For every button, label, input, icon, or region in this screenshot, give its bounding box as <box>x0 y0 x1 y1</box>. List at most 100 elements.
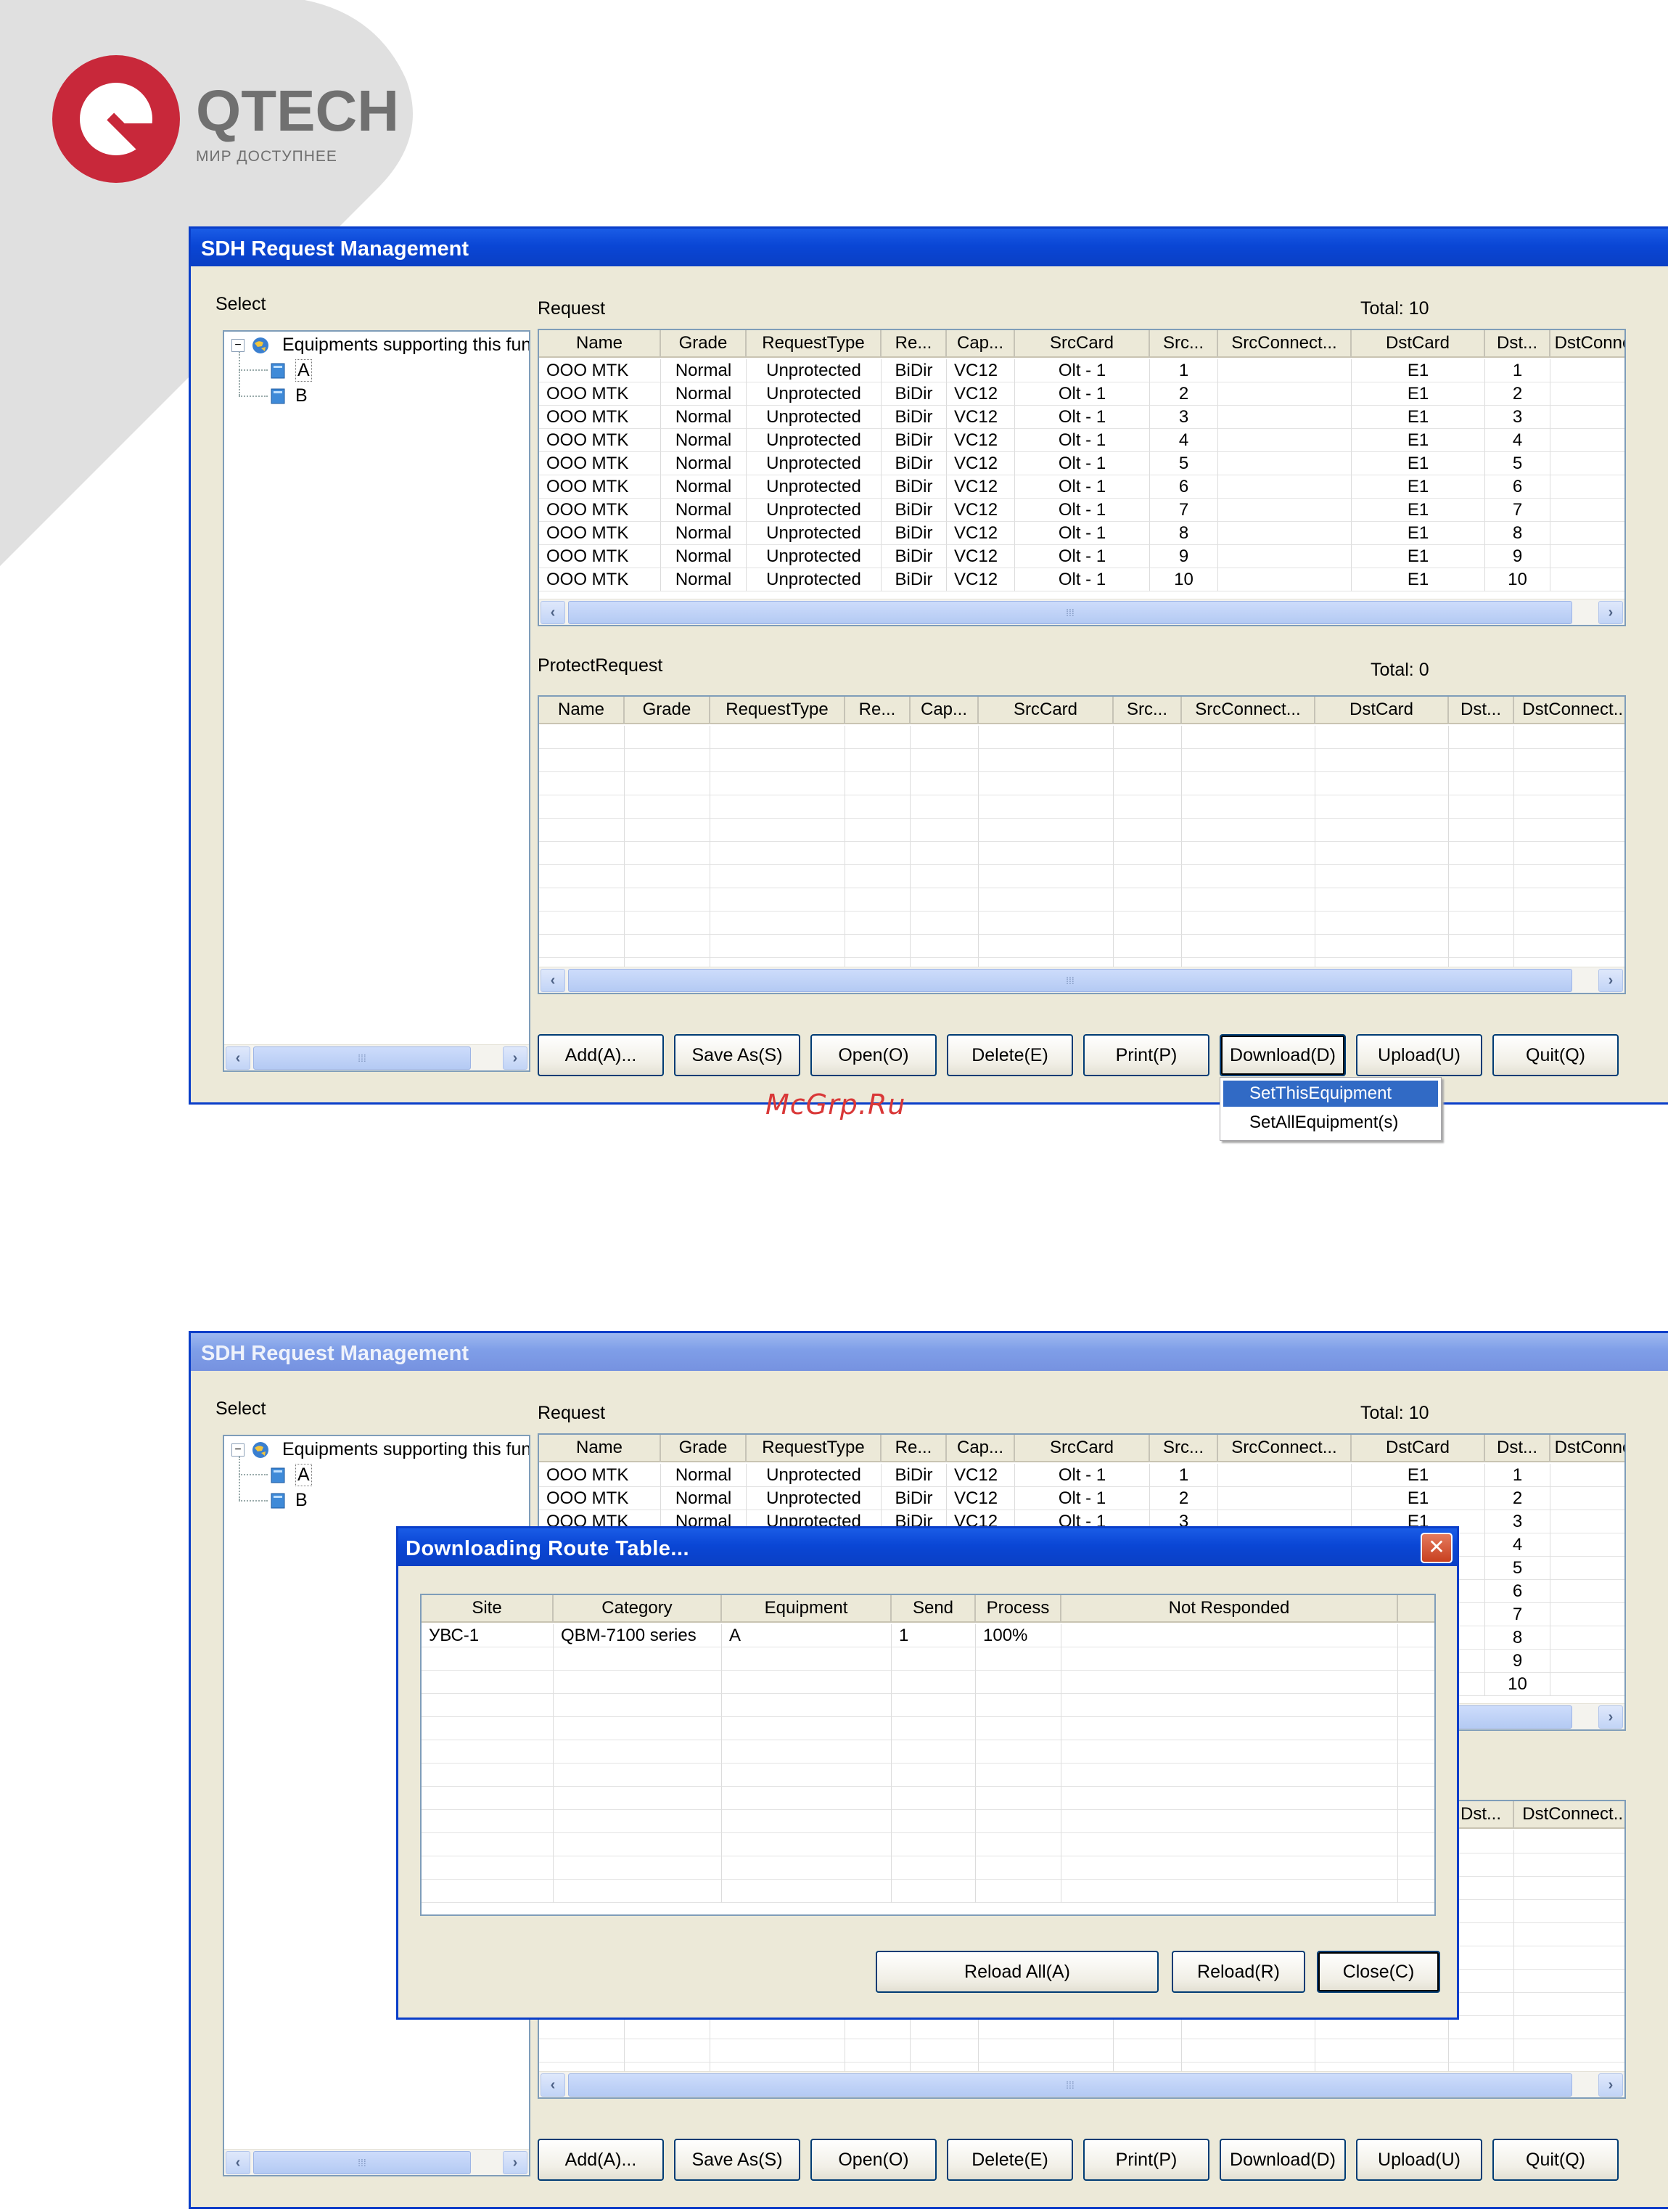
print-button[interactable]: Print(P) <box>1083 1034 1209 1076</box>
tree-item-b[interactable]: B <box>269 1490 308 1511</box>
request-table-column-header[interactable]: RequestType <box>747 1435 882 1462</box>
collapse-icon[interactable]: − <box>231 338 245 352</box>
download-status-column-header[interactable]: Process <box>976 1595 1061 1623</box>
close-icon[interactable]: ✕ <box>1421 1533 1453 1563</box>
scroll-right-icon[interactable]: › <box>1598 1705 1623 1729</box>
protect-table-column-header[interactable]: Src... <box>1114 697 1182 724</box>
open-button[interactable]: Open(O) <box>810 1034 937 1076</box>
download-status-row[interactable] <box>422 1740 1434 1764</box>
collapse-icon[interactable]: − <box>231 1443 245 1457</box>
request-table-row[interactable]: OOO MTKNormalUnprotectedBiDirVC12Olt - 1… <box>539 499 1624 522</box>
scroll-thumb[interactable]: ⁞⁞⁞ <box>568 601 1572 624</box>
request-table-column-header[interactable]: DstCard <box>1352 1435 1485 1462</box>
protect-table-row[interactable] <box>539 842 1624 865</box>
request-table-row[interactable]: OOO MTKNormalUnprotectedBiDirVC12Olt - 1… <box>539 359 1624 382</box>
print-button[interactable]: Print(P) <box>1083 2139 1209 2181</box>
request-table-column-header[interactable]: SrcCard <box>1015 330 1150 358</box>
tree-item-b[interactable]: B <box>269 385 308 406</box>
protect-hscroll[interactable]: ‹ ⁞⁞⁞ › <box>539 967 1624 993</box>
protect-table-column-header[interactable]: Re... <box>845 697 911 724</box>
request-table-column-header[interactable]: Re... <box>882 330 947 358</box>
upload-button[interactable]: Upload(U) <box>1356 2139 1482 2181</box>
download-status-row[interactable] <box>422 1671 1434 1694</box>
quit-button[interactable]: Quit(Q) <box>1492 1034 1619 1076</box>
scroll-right-icon[interactable]: › <box>503 1046 527 1070</box>
download-status-table[interactable]: Site Category Equipment Send Process Not Resp… <box>420 1594 1436 1916</box>
delete-button[interactable]: Delete(E) <box>947 2139 1073 2181</box>
scroll-right-icon[interactable]: › <box>1598 601 1623 624</box>
protect-table-row[interactable] <box>539 935 1624 958</box>
equipment-tree[interactable]: − Equipments supporting this fun A B ‹ ⁞… <box>223 330 530 1072</box>
save-as-button[interactable]: Save As(S) <box>674 2139 800 2181</box>
save-as-button[interactable]: Save As(S) <box>674 1034 800 1076</box>
request-table[interactable]: Name Grade RequestType Re... Cap... SrcCard Sr… <box>538 329 1626 626</box>
download-status-column-header[interactable]: Site <box>422 1595 554 1623</box>
download-status-row[interactable] <box>422 1880 1434 1903</box>
protect-table-row[interactable] <box>539 865 1624 888</box>
request-table-column-header[interactable]: Cap... <box>947 330 1015 358</box>
scroll-thumb[interactable]: ⁞⁞⁞ <box>568 969 1572 992</box>
request-table-column-header[interactable]: SrcConnect... <box>1218 330 1352 358</box>
close-button[interactable]: Close(C) <box>1317 1951 1440 1993</box>
request-table-row[interactable]: OOO MTKNormalUnprotectedBiDirVC12Olt - 1… <box>539 568 1624 591</box>
request-table-column-header[interactable]: SrcCard <box>1015 1435 1150 1462</box>
protect-table-column-header[interactable]: SrcCard <box>979 697 1114 724</box>
request-table-row[interactable]: OOO MTKNormalUnprotectedBiDirVC12Olt - 1… <box>539 522 1624 545</box>
request-table-row[interactable]: OOO MTKNormalUnprotectedBiDirVC12Olt - 1… <box>539 1464 1624 1487</box>
scroll-left-icon[interactable]: ‹ <box>541 969 565 992</box>
request-table-row[interactable]: OOO MTKNormalUnprotectedBiDirVC12Olt - 1… <box>539 382 1624 406</box>
protect-table-row[interactable] <box>539 912 1624 935</box>
request-table-column-header[interactable]: SrcConnect... <box>1218 1435 1352 1462</box>
menu-item-set-all-equipment[interactable]: SetAllEquipment(s) <box>1223 1110 1438 1136</box>
download-status-row[interactable] <box>422 1856 1434 1880</box>
request-table-column-header[interactable]: Re... <box>882 1435 947 1462</box>
delete-button[interactable]: Delete(E) <box>947 1034 1073 1076</box>
menu-item-set-this-equipment[interactable]: SetThisEquipment <box>1223 1081 1438 1107</box>
request-table-column-header[interactable]: Dst... <box>1485 330 1550 358</box>
scroll-left-icon[interactable]: ‹ <box>226 1046 250 1070</box>
request-table-row[interactable]: OOO MTKNormalUnprotectedBiDirVC12Olt - 1… <box>539 545 1624 568</box>
protect-table-row[interactable] <box>539 749 1624 772</box>
protect-table-column-header[interactable]: Grade <box>625 697 710 724</box>
scroll-right-icon[interactable]: › <box>1598 969 1623 992</box>
download-status-row[interactable] <box>422 1764 1434 1787</box>
request-table-column-header[interactable]: Grade <box>661 1435 747 1462</box>
download-status-row[interactable] <box>422 1694 1434 1717</box>
download-status-column-header[interactable]: Equipment <box>722 1595 892 1623</box>
request-table-row[interactable]: OOO MTKNormalUnprotectedBiDirVC12Olt - 1… <box>539 406 1624 429</box>
scroll-right-icon[interactable]: › <box>503 2151 527 2174</box>
scroll-left-icon[interactable]: ‹ <box>541 2073 565 2097</box>
tree-item-a[interactable]: A <box>269 1464 312 1486</box>
tree-item-a[interactable]: A <box>269 359 312 382</box>
scroll-left-icon[interactable]: ‹ <box>541 601 565 624</box>
download-status-column-header[interactable]: Not Responded <box>1061 1595 1398 1623</box>
download-button[interactable]: Download(D) <box>1220 2139 1346 2181</box>
request-hscroll[interactable]: ‹ ⁞⁞⁞ › <box>539 599 1624 625</box>
request-table-column-header[interactable]: Grade <box>661 330 747 358</box>
tree-root[interactable]: − Equipments supporting this fun <box>231 335 529 356</box>
tree-hscroll[interactable]: ‹ ⁞⁞⁞ › <box>224 2149 529 2175</box>
request-table-column-header[interactable]: Cap... <box>947 1435 1015 1462</box>
request-table-column-header[interactable]: RequestType <box>747 330 882 358</box>
download-status-row[interactable] <box>422 1787 1434 1810</box>
download-status-row[interactable] <box>422 1833 1434 1856</box>
download-status-row[interactable] <box>422 1810 1434 1833</box>
scroll-thumb[interactable]: ⁞⁞⁞ <box>253 1046 471 1070</box>
protect-table-column-header[interactable]: DstCard <box>1315 697 1449 724</box>
add-button[interactable]: Add(A)... <box>538 1034 664 1076</box>
protect-table-column-header[interactable]: RequestType <box>710 697 845 724</box>
scroll-right-icon[interactable]: › <box>1598 2073 1623 2097</box>
protect-table-column-header[interactable]: Dst... <box>1449 697 1514 724</box>
reload-button[interactable]: Reload(R) <box>1172 1951 1305 1993</box>
request-table-column-header[interactable]: DstConne <box>1550 330 1624 358</box>
upload-button[interactable]: Upload(U) <box>1356 1034 1482 1076</box>
download-status-row[interactable] <box>422 1647 1434 1671</box>
download-status-row[interactable] <box>422 1717 1434 1740</box>
protect-table-row[interactable] <box>539 888 1624 912</box>
protect-table-row[interactable] <box>539 2039 1624 2063</box>
download-status-column-header[interactable]: Category <box>554 1595 722 1623</box>
protect-table-row[interactable] <box>539 726 1624 749</box>
tree-hscroll[interactable]: ‹ ⁞⁞⁞ › <box>224 1044 529 1070</box>
add-button[interactable]: Add(A)... <box>538 2139 664 2181</box>
request-table-column-header[interactable]: Name <box>539 1435 661 1462</box>
